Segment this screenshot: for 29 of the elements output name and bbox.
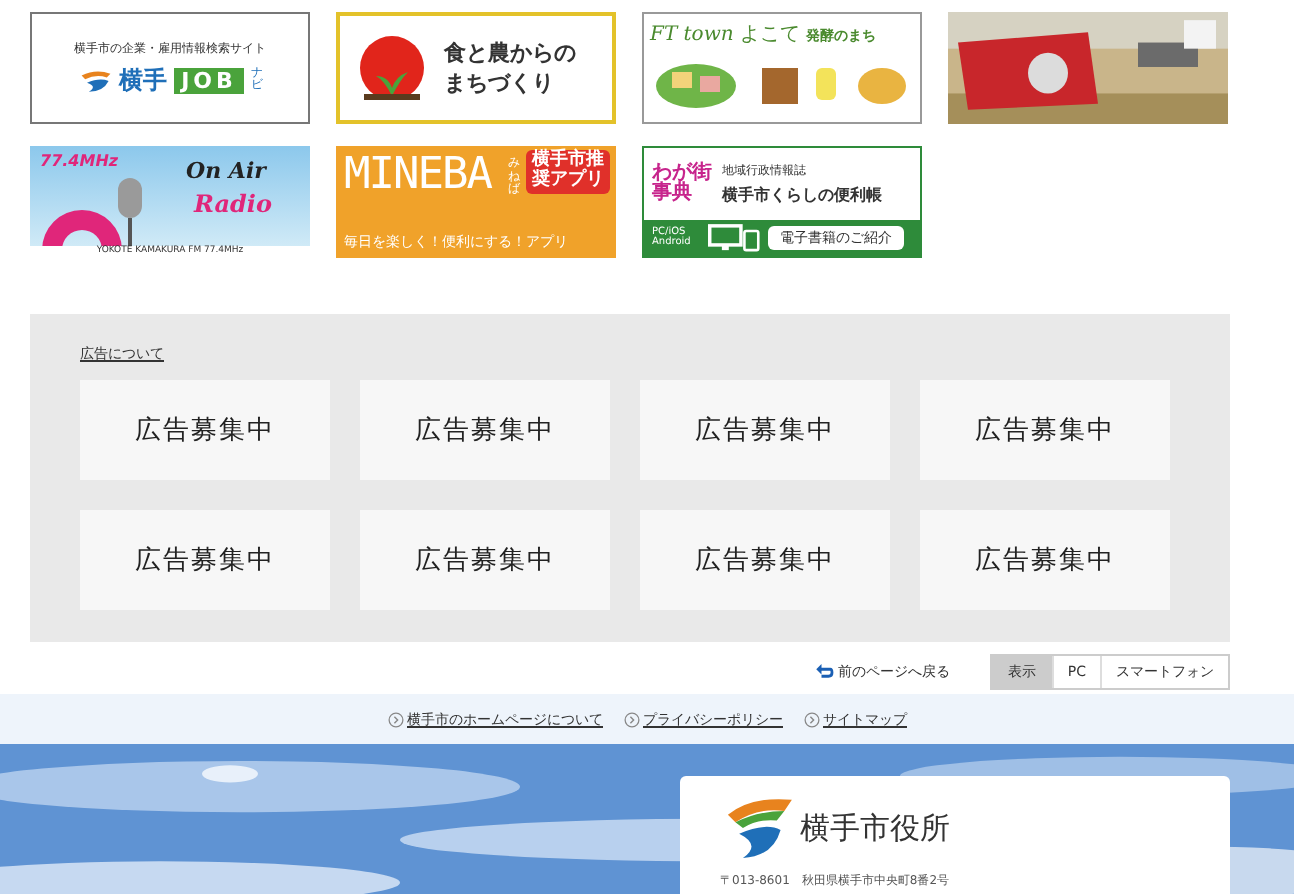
ad-slot[interactable]: 広告募集中 [640,380,890,480]
banner-text: On Air [186,158,266,184]
ad-slot[interactable]: 広告募集中 [80,510,330,610]
ad-slot[interactable]: 広告募集中 [920,510,1170,610]
banner-text: 横手 [119,63,168,97]
ad-slot[interactable]: 広告募集中 [640,510,890,610]
circle-arrow-icon [623,711,639,727]
ad-slot[interactable]: 広告募集中 [80,380,330,480]
ad-slot[interactable]: 広告募集中 [360,380,610,480]
banner-text: 食と農からの [444,37,576,68]
logo-icon [77,67,114,93]
banner-text: わが街事典 [652,164,712,204]
office-name: 横手市役所 [800,809,950,847]
badge: 横手市推奨アプリ [526,150,610,194]
banner[interactable]: 食と農からの まちづくり [336,12,616,124]
banner-text: よこて [739,22,800,48]
banner-text: JOB [173,67,245,93]
banner-text: FT town [650,24,734,46]
ad-slot[interactable]: 広告募集中 [920,380,1170,480]
banner-text: 横手市くらしの便利帳 [722,184,882,206]
banner-text: Radio [194,190,272,218]
banner-text: 77.4MHz [40,152,119,170]
ad-slot[interactable]: 広告募集中 [360,510,610,610]
circle-arrow-icon [803,711,819,727]
back-arrow-icon [815,664,834,678]
circle-arrow-icon [387,711,403,727]
devices-icon [708,224,760,252]
banner-text: MINEBA [344,150,491,200]
banner-text: まちづくり [444,68,556,99]
